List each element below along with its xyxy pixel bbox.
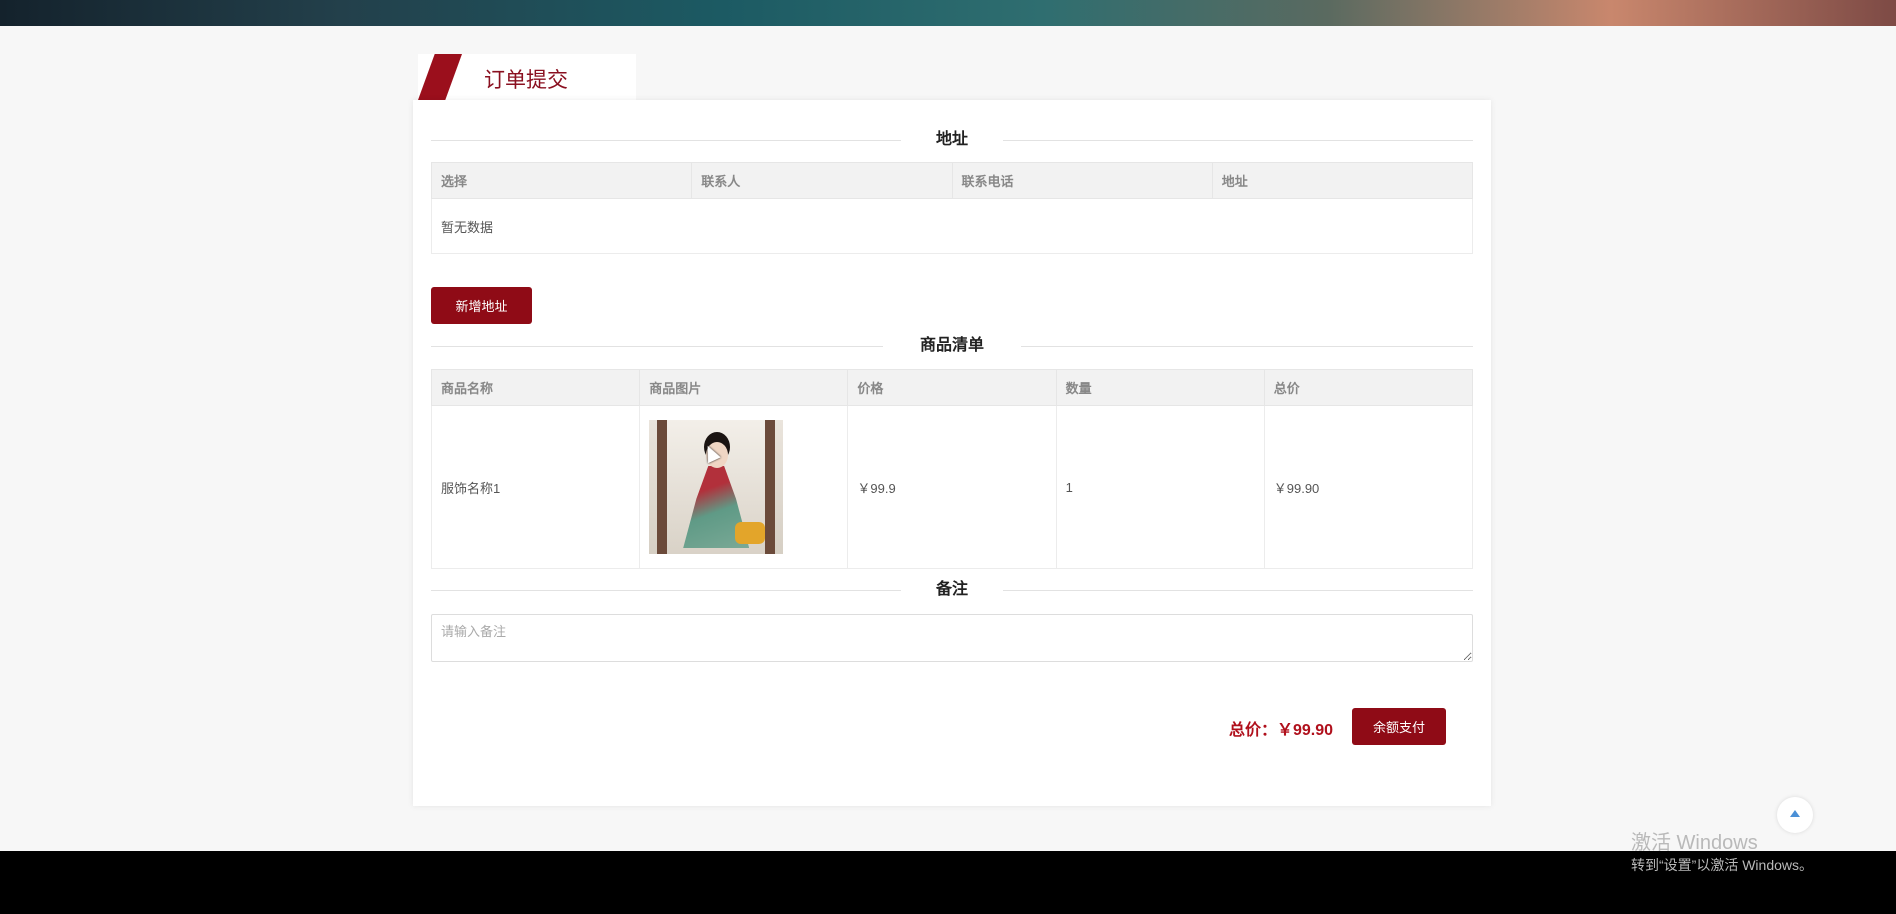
empty-row: 暂无数据 (431, 198, 1473, 254)
taskbar (0, 851, 1896, 914)
goods-table-header: 商品名称 商品图片 价格 数量 总价 (430, 369, 1474, 406)
product-price: ￥99.9 (847, 405, 1057, 569)
windows-activation-hint: 转到“设置”以激活 Windows。 (1631, 857, 1814, 873)
product-image-cell (639, 405, 849, 569)
page-title: 订单提交 (484, 69, 568, 92)
product-total: ￥99.90 (1263, 405, 1474, 569)
column-header: 数量 (1055, 369, 1265, 406)
goods-divider: 商品清单 (431, 335, 1473, 357)
column-header: 价格 (847, 369, 1057, 406)
address-table: 选择 联系人 联系电话 地址 暂无数据 (430, 162, 1474, 254)
top-banner (0, 0, 1896, 26)
column-header: 选择 (430, 162, 693, 199)
column-header: 联系人 (691, 162, 953, 199)
order-card: 地址 选择 联系人 联系电话 地址 暂无数据 新增地址 商品清单 商品名称 商品… (413, 100, 1491, 806)
empty-text: 暂无数据 (431, 198, 1473, 254)
address-table-header: 选择 联系人 联系电话 地址 (430, 162, 1474, 199)
product-name: 服饰名称1 (430, 405, 641, 569)
scroll-to-top-button[interactable] (1777, 797, 1813, 833)
total-price: 总价：￥99.90 (1229, 722, 1334, 739)
add-address-button[interactable]: 新增地址 (431, 287, 532, 324)
arrow-up-icon (1790, 810, 1800, 817)
goods-table: 商品名称 商品图片 价格 数量 总价 服饰名称1 ￥99.9 1 ￥99.90 (430, 369, 1474, 569)
page-title-tab: 订单提交 (418, 54, 636, 100)
address-divider: 地址 (431, 129, 1473, 151)
title-accent-stripe (418, 54, 462, 100)
product-quantity: 1 (1055, 405, 1265, 569)
column-header: 总价 (1263, 369, 1474, 406)
column-header: 联系电话 (951, 162, 1213, 199)
column-header: 地址 (1211, 162, 1474, 199)
balance-pay-button[interactable]: 余额支付 (1352, 708, 1446, 745)
column-header: 商品名称 (430, 369, 641, 406)
column-header: 商品图片 (639, 369, 849, 406)
product-image[interactable] (649, 420, 784, 554)
windows-activation-title: 激活 Windows (1631, 832, 1758, 854)
table-row: 服饰名称1 ￥99.9 1 ￥99.90 (430, 405, 1474, 569)
remark-input[interactable] (431, 614, 1473, 662)
remark-divider: 备注 (431, 579, 1473, 601)
